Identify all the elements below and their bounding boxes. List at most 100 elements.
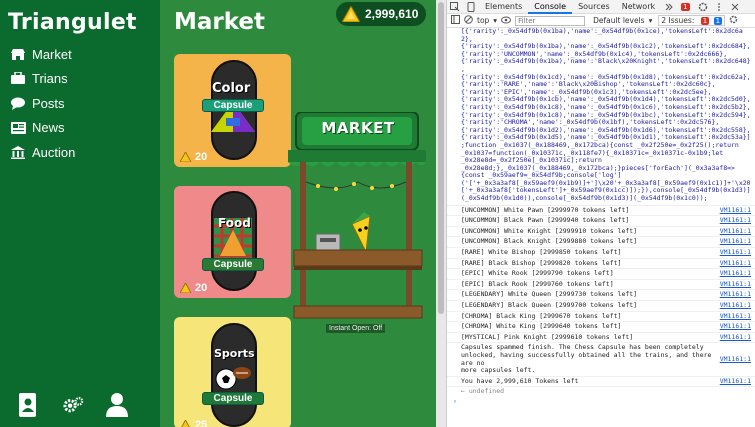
console-log-source-link[interactable]: VM1161:1	[720, 217, 751, 225]
console-log-source-link[interactable]: VM1161:1	[720, 312, 751, 321]
clear-console-icon[interactable]	[464, 15, 473, 26]
news-icon	[10, 121, 26, 135]
console-log-message: [EPIC] Black Rook [2999760 tokens left]	[461, 279, 614, 288]
issues-button[interactable]: 2 Issues: 1 1	[658, 15, 726, 26]
brand-logo[interactable]: Triangulet	[8, 10, 137, 35]
sidebar-nav: Market Trians Posts News Auction	[10, 42, 75, 165]
console-log-source-link[interactable]: VM1161:1	[720, 227, 751, 236]
sidebar-item-trians[interactable]: Trians	[10, 67, 75, 92]
bank-icon	[10, 145, 26, 159]
chat-icon	[10, 96, 26, 110]
capsule-band: Capsule	[202, 392, 264, 405]
eye-icon[interactable]	[501, 16, 512, 26]
sidebar-item-label: Posts	[32, 95, 65, 111]
console-log-row: You have 2,999,610 Tokens left VM1161:1	[447, 377, 755, 388]
console-log-source-link[interactable]: VM1161:1	[720, 377, 751, 386]
result-value: undefined	[468, 387, 505, 396]
capsule-card-color[interactable]: Color Capsule 20	[174, 54, 291, 167]
device-toolbar-icon[interactable]	[466, 1, 476, 12]
devtools-tabbar: Elements Console Sources Network 1	[447, 0, 755, 14]
sidebar-item-news[interactable]: News	[10, 116, 75, 141]
context-select[interactable]: top	[477, 16, 489, 25]
sidebar-toggle-icon[interactable]	[451, 15, 460, 26]
capsule-name: Color	[212, 81, 251, 96]
chevron-down-icon: ▾	[648, 16, 653, 25]
page-scrollbar[interactable]	[436, 0, 446, 427]
page-title: Market	[174, 9, 266, 35]
tab-console[interactable]: Console	[528, 0, 573, 14]
issues-count: 1	[700, 17, 710, 25]
filter-input[interactable]: Filter	[515, 15, 586, 26]
sidebar-item-auction[interactable]: Auction	[10, 140, 75, 165]
kebab-menu-icon[interactable]	[714, 2, 724, 12]
capsule-price: 20	[180, 151, 207, 163]
console-log-source-link[interactable]: VM1161:1	[720, 248, 751, 257]
token-balance: 2,999,610	[336, 2, 426, 26]
capsule-price: 25	[180, 419, 207, 427]
console-log-row: [CHROMA] Black King [2999670 tokens left…	[447, 312, 755, 323]
token-icon	[341, 4, 361, 23]
sidebar: Triangulet Market Trians Posts News Auct…	[0, 0, 160, 427]
console-result: ← undefined	[461, 387, 505, 396]
more-tabs-icon[interactable]	[664, 2, 674, 12]
console-log-message: [UNCOMMON] White Knight [2999910 tokens …	[461, 226, 638, 235]
tab-network[interactable]: Network	[616, 0, 661, 14]
console-toolbar: top ▾ Filter Default levels ▾ 2 Issues: …	[447, 14, 755, 28]
console-prompt[interactable]: ›	[447, 397, 755, 407]
chevron-down-icon: ▾	[493, 16, 498, 25]
console-log-message: [EPIC] White Rook [2999790 tokens left]	[461, 269, 614, 278]
close-icon[interactable]	[730, 2, 740, 12]
console-log-row: [RARE] White Bishop [2999850 tokens left…	[447, 248, 755, 259]
settings-icon[interactable]	[62, 393, 84, 417]
capsule-card-sports[interactable]: Sports Capsule 25	[174, 317, 291, 427]
console-output: [{'rarity':_0x54df9b(0x1ba),'name':_0x54…	[447, 28, 755, 427]
sports-ball-icon	[215, 367, 251, 390]
console-log-source-link[interactable]: VM1161:1	[720, 323, 751, 331]
console-log-row: [MYSTICAL] Pink Knight [2999610 tokens l…	[447, 333, 755, 344]
scrollbar-thumb[interactable]	[438, 2, 444, 314]
tab-elements[interactable]: Elements	[479, 0, 528, 14]
console-log-source-link[interactable]: VM1161:1	[720, 301, 751, 310]
capsule-price-value: 20	[195, 282, 208, 294]
console-log-source-link[interactable]: VM1161:1	[720, 355, 751, 364]
console-log-source-link[interactable]: VM1161:1	[720, 259, 751, 268]
issues-label: 2 Issues:	[661, 16, 695, 25]
console-log-source-link[interactable]: VM1161:1	[720, 333, 751, 342]
settings-icon[interactable]	[729, 15, 738, 26]
capsule-name: Sports	[214, 347, 255, 360]
console-log-source-link[interactable]: VM1161:1	[720, 206, 751, 215]
console-log-row: [UNCOMMON] White Pawn [2999970 tokens le…	[447, 206, 755, 217]
settings-icon[interactable]	[698, 2, 708, 12]
console-log-source-link[interactable]: VM1161:1	[720, 238, 751, 246]
capsule-card-food[interactable]: Food Capsule 20	[174, 186, 291, 298]
inspect-icon[interactable]	[450, 1, 460, 12]
capsule-band: Capsule	[202, 258, 264, 271]
tab-sources[interactable]: Sources	[572, 0, 616, 14]
console-log-source-link[interactable]: VM1161:1	[720, 291, 751, 299]
console-log-message: [RARE] White Bishop [2999850 tokens left…	[461, 248, 622, 257]
error-count-badge[interactable]: 1	[681, 2, 690, 11]
capsule-price-value: 25	[195, 419, 208, 427]
console-log-row: [UNCOMMON] Black Knight [2999880 tokens …	[447, 237, 755, 249]
briefcase-icon	[10, 72, 26, 86]
log-levels-select[interactable]: Default levels	[593, 16, 645, 25]
sidebar-item-market[interactable]: Market	[10, 42, 75, 67]
console-log-message: [LEGENDARY] Black Queen [2999700 tokens …	[461, 301, 638, 309]
sidebar-item-label: Trians	[32, 71, 68, 87]
contacts-icon[interactable]	[18, 393, 40, 417]
store-icon	[10, 47, 26, 61]
sidebar-item-posts[interactable]: Posts	[10, 91, 75, 116]
console-log-source-link[interactable]: VM1161:1	[720, 280, 751, 289]
sidebar-item-label: News	[32, 120, 65, 136]
devtools-panel: Elements Console Sources Network 1 top ▾…	[446, 0, 755, 427]
instant-open-toggle[interactable]: Instant Open: Off	[326, 324, 386, 333]
capsule-price-value: 20	[195, 151, 208, 163]
sidebar-item-label: Auction	[32, 144, 76, 160]
console-log-list: [UNCOMMON] White Pawn [2999970 tokens le…	[447, 206, 755, 388]
console-log-message: [CHROMA] White King [2999640 tokens left…	[461, 322, 622, 331]
console-log-row: [CHROMA] White King [2999640 tokens left…	[447, 322, 755, 333]
console-log-source-link[interactable]: VM1161:1	[720, 270, 751, 278]
profile-icon[interactable]	[106, 393, 128, 417]
capsule-price: 20	[180, 282, 207, 294]
console-log-row: [UNCOMMON] White Knight [2999910 tokens …	[447, 227, 755, 238]
